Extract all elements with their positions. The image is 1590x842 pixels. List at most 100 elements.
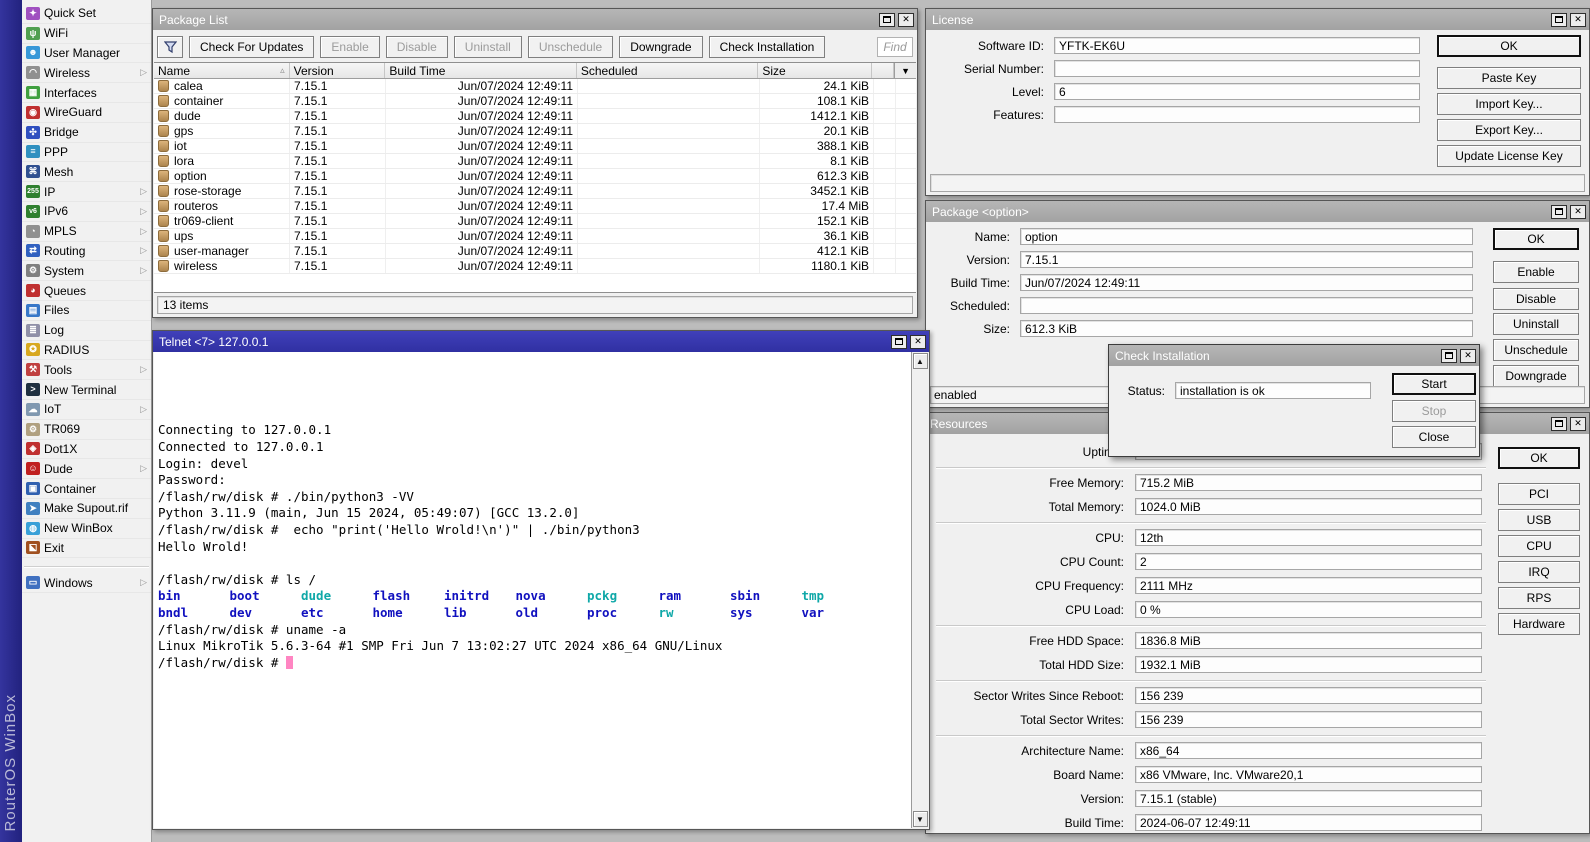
column-header-name[interactable]: Name▵ [154, 63, 290, 78]
scroll-down-button[interactable]: ▼ [913, 811, 928, 827]
sidebar-item-wifi[interactable]: ψWiFi [22, 24, 151, 44]
paste-key-button[interactable]: Paste Key [1437, 67, 1581, 89]
package-row[interactable]: iot7.15.1Jun/07/2024 12:49:11388.1 KiB [154, 139, 916, 154]
sidebar-item-new-terminal[interactable]: >New Terminal [22, 380, 151, 400]
build-time-field[interactable]: Jun/07/2024 12:49:11 [1020, 274, 1473, 291]
cpu-field[interactable]: 12th [1135, 529, 1482, 546]
sidebar-item-mpls[interactable]: ◔MPLS▷ [22, 222, 151, 242]
version-field[interactable]: 7.15.1 [1020, 251, 1473, 268]
sidebar-item-make-supout-rif[interactable]: ➤Make Supout.rif [22, 499, 151, 519]
free-hdd-space-field[interactable]: 1836.8 MiB [1135, 632, 1482, 649]
board-name-field[interactable]: x86 VMware, Inc. VMware20,1 [1135, 766, 1482, 783]
cpu-count-field[interactable]: 2 [1135, 553, 1482, 570]
total-hdd-size-field[interactable]: 1932.1 MiB [1135, 656, 1482, 673]
sidebar-item-user-manager[interactable]: ☻User Manager [22, 44, 151, 64]
sidebar-item-ipv6[interactable]: v6IPv6▷ [22, 202, 151, 222]
terminal-scrollbar[interactable]: ▲ ▼ [911, 352, 928, 828]
sidebar-item-routing[interactable]: ⇄Routing▷ [22, 242, 151, 262]
sidebar-item-ip[interactable]: 255IP▷ [22, 182, 151, 202]
package-row[interactable]: wireless7.15.1Jun/07/2024 12:49:111180.1… [154, 259, 916, 274]
sidebar-item-iot[interactable]: ☁IoT▷ [22, 400, 151, 420]
downgrade-button[interactable]: Downgrade [1493, 365, 1579, 387]
stop-button[interactable]: Stop [1392, 400, 1476, 422]
package-row[interactable]: rose-storage7.15.1Jun/07/2024 12:49:1134… [154, 184, 916, 199]
sidebar-item-files[interactable]: ▤Files [22, 301, 151, 321]
resources-usb-button[interactable]: USB [1498, 509, 1580, 531]
free-memory-field[interactable]: 715.2 MiB [1135, 474, 1482, 491]
find-button[interactable]: Find [877, 37, 913, 57]
sidebar-item-wireless[interactable]: ◠Wireless▷ [22, 63, 151, 83]
sidebar-item-log[interactable]: ≣Log [22, 321, 151, 341]
license-titlebar[interactable]: License ✕ [926, 9, 1589, 30]
package-row[interactable]: tr069-client7.15.1Jun/07/2024 12:49:1115… [154, 214, 916, 229]
package-row[interactable]: ups7.15.1Jun/07/2024 12:49:1136.1 KiB [154, 229, 916, 244]
resources-pci-button[interactable]: PCI [1498, 483, 1580, 505]
start-button[interactable]: Start [1392, 373, 1476, 395]
uninstall-button[interactable]: Uninstall [454, 36, 522, 58]
sidebar-item-wireguard[interactable]: ◉WireGuard [22, 103, 151, 123]
sidebar-item-dot1x[interactable]: ◈Dot1X [22, 440, 151, 460]
total-memory-field[interactable]: 1024.0 MiB [1135, 498, 1482, 515]
close-button[interactable]: ✕ [1570, 417, 1586, 431]
sidebar-item-queues[interactable]: ◕Queues [22, 281, 151, 301]
ok-button[interactable]: OK [1493, 228, 1579, 250]
scroll-up-button[interactable]: ▲ [913, 353, 928, 369]
total-sector-writes-field[interactable]: 156 239 [1135, 711, 1482, 728]
sidebar-item-new-winbox[interactable]: ◍New WinBox [22, 519, 151, 539]
maximize-button[interactable] [1441, 349, 1457, 363]
uninstall-button[interactable]: Uninstall [1493, 313, 1579, 335]
ok-button[interactable]: OK [1437, 35, 1581, 57]
sidebar-item-system[interactable]: ⚙System▷ [22, 261, 151, 281]
sidebar-item-ppp[interactable]: ≡PPP [22, 143, 151, 163]
export-key-button[interactable]: Export Key... [1437, 119, 1581, 141]
sidebar-item-mesh[interactable]: ⌘Mesh [22, 162, 151, 182]
package-row[interactable]: routeros7.15.1Jun/07/2024 12:49:1117.4 M… [154, 199, 916, 214]
package-list-titlebar[interactable]: Package List ✕ [153, 9, 917, 30]
check-installation-titlebar[interactable]: Check Installation ✕ [1109, 345, 1479, 366]
terminal-body[interactable]: Connecting to 127.0.0.1Connected to 127.… [154, 352, 928, 828]
sidebar-item-quick-set[interactable]: ✦Quick Set [22, 4, 151, 24]
maximize-button[interactable] [1551, 13, 1567, 27]
enable-button[interactable]: Enable [1493, 261, 1579, 283]
downgrade-button[interactable]: Downgrade [619, 36, 702, 58]
sidebar-item-bridge[interactable]: ✣Bridge [22, 123, 151, 143]
filter-button[interactable] [157, 36, 183, 58]
sidebar-item-windows[interactable]: ▭Windows▷ [22, 573, 151, 593]
build-time-field[interactable]: 2024-06-07 12:49:11 [1135, 814, 1482, 831]
update-license-key-button[interactable]: Update License Key [1437, 145, 1581, 167]
resources-ok-button[interactable]: OK [1498, 447, 1580, 469]
column-dropdown-button[interactable]: ▼ [894, 63, 916, 78]
name-field[interactable]: option [1020, 228, 1473, 245]
software-id-field[interactable]: YFTK-EK6U [1054, 37, 1420, 54]
sidebar-item-exit[interactable]: ⬕Exit [22, 539, 151, 559]
close-button[interactable]: ✕ [910, 335, 926, 349]
sidebar-item-tools[interactable]: ⚒Tools▷ [22, 360, 151, 380]
close-button[interactable]: ✕ [1570, 205, 1586, 219]
cpu-frequency-field[interactable]: 2111 MHz [1135, 577, 1482, 594]
resources-cpu-button[interactable]: CPU [1498, 535, 1580, 557]
package-row[interactable]: user-manager7.15.1Jun/07/2024 12:49:1141… [154, 244, 916, 259]
sidebar-item-tr069[interactable]: ⚙TR069 [22, 420, 151, 440]
close-button[interactable]: ✕ [898, 13, 914, 27]
architecture-name-field[interactable]: x86_64 [1135, 742, 1482, 759]
disable-button[interactable]: Disable [386, 36, 448, 58]
sector-writes-since-reboot-field[interactable]: 156 239 [1135, 687, 1482, 704]
package-row[interactable]: calea7.15.1Jun/07/2024 12:49:1124.1 KiB [154, 79, 916, 94]
package-option-titlebar[interactable]: Package <option> ✕ [926, 201, 1589, 222]
maximize-button[interactable] [1551, 417, 1567, 431]
serial-number-field[interactable] [1054, 60, 1420, 77]
package-row[interactable]: lora7.15.1Jun/07/2024 12:49:118.1 KiB [154, 154, 916, 169]
column-header-version[interactable]: Version [290, 63, 386, 78]
import-key-button[interactable]: Import Key... [1437, 93, 1581, 115]
resources-rps-button[interactable]: RPS [1498, 587, 1580, 609]
maximize-button[interactable] [879, 13, 895, 27]
sidebar-item-container[interactable]: ▣Container [22, 479, 151, 499]
unschedule-button[interactable]: Unschedule [528, 36, 613, 58]
version-field[interactable]: 7.15.1 (stable) [1135, 790, 1482, 807]
sidebar-item-interfaces[interactable]: ▦Interfaces [22, 83, 151, 103]
package-row[interactable]: container7.15.1Jun/07/2024 12:49:11108.1… [154, 94, 916, 109]
size-field[interactable]: 612.3 KiB [1020, 320, 1473, 337]
resources-hardware-button[interactable]: Hardware [1498, 613, 1580, 635]
telnet-titlebar[interactable]: Telnet <7> 127.0.0.1 ✕ [153, 331, 929, 352]
status-field[interactable]: installation is ok [1175, 382, 1371, 399]
